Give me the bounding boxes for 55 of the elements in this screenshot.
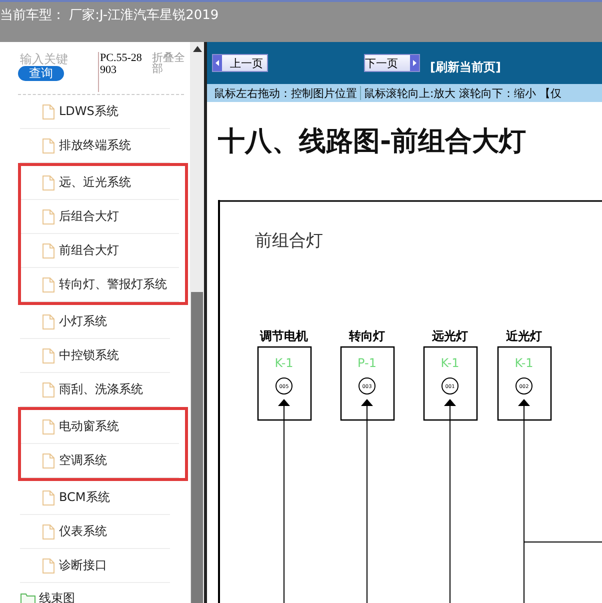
tree-item[interactable]: 前组合大灯 bbox=[59, 242, 119, 259]
connector-label: 远光灯 bbox=[432, 329, 468, 343]
tree-item[interactable]: 雨刮、洗涤系统 bbox=[59, 381, 143, 398]
pin-circle bbox=[276, 378, 292, 394]
tree-item[interactable]: LDWS系统 bbox=[59, 103, 118, 120]
diagram-title: 前组合灯 bbox=[255, 231, 323, 251]
file-icon bbox=[42, 490, 55, 506]
connector-code: K-1 bbox=[514, 356, 534, 370]
file-icon bbox=[42, 314, 55, 330]
file-icon bbox=[42, 558, 55, 574]
query-button[interactable]: 查询 bbox=[18, 66, 64, 81]
connector-code: P-1 bbox=[358, 356, 376, 370]
tree-item[interactable]: BCM系统 bbox=[59, 489, 110, 506]
file-icon bbox=[42, 418, 55, 434]
file-icon bbox=[42, 174, 55, 190]
file-icon bbox=[42, 138, 55, 154]
file-icon bbox=[42, 524, 55, 540]
connector-label: 转向灯 bbox=[349, 329, 385, 343]
scroll-up-icon[interactable] bbox=[192, 46, 202, 52]
next-page-button[interactable]: 下一页 bbox=[364, 54, 420, 72]
connector-code: K-1 bbox=[274, 356, 294, 370]
connector-label: 调节电机 bbox=[260, 329, 308, 343]
tree-item[interactable]: 电动窗系统 bbox=[59, 418, 119, 435]
tree-item[interactable]: 后组合大灯 bbox=[59, 208, 119, 225]
page-title: 十八、线路图-前组合大灯 bbox=[218, 125, 528, 159]
tree-item[interactable]: 小灯系统 bbox=[59, 313, 107, 330]
tree-item[interactable]: 排放终端系统 bbox=[59, 137, 131, 154]
zoom-hint: 鼠标滚轮向上:放大 滚轮向下：缩小 【仅 bbox=[364, 86, 562, 100]
tree-folder[interactable]: 线束图 bbox=[39, 590, 75, 603]
refresh-link[interactable]: [刷新当前页] bbox=[430, 58, 501, 76]
tree-item[interactable]: 仪表系统 bbox=[59, 523, 107, 540]
tree-item[interactable]: 中控锁系统 bbox=[59, 347, 119, 364]
file-icon bbox=[42, 104, 55, 120]
tree-item[interactable]: 远、近光系统 bbox=[59, 174, 131, 191]
tree-item[interactable]: 诊断接口 bbox=[59, 557, 107, 574]
tree-item[interactable]: 转向灯、警报灯系统 bbox=[59, 276, 167, 293]
file-icon bbox=[42, 242, 55, 258]
file-icon bbox=[42, 452, 55, 468]
pin-circle bbox=[358, 378, 376, 394]
file-icon bbox=[42, 382, 55, 398]
scroll-thumb[interactable] bbox=[191, 292, 203, 603]
prev-page-button[interactable]: 上一页 bbox=[212, 54, 268, 72]
connector-code: K-1 bbox=[440, 356, 460, 370]
scrollbar[interactable] bbox=[190, 42, 204, 603]
file-icon bbox=[42, 276, 55, 292]
folder-icon bbox=[20, 592, 36, 603]
pin-circle bbox=[442, 378, 458, 394]
pin-circle bbox=[516, 378, 532, 394]
part-number-field[interactable]: PC.55-28903 bbox=[98, 52, 144, 92]
file-icon bbox=[42, 348, 55, 364]
tree-item[interactable]: 空调系统 bbox=[59, 452, 107, 469]
connector-label: 近光灯 bbox=[506, 329, 542, 343]
drag-hint: 鼠标左右拖动：控制图片位置 bbox=[214, 86, 357, 100]
vehicle-title: 当前车型： 厂家:J-江淮汽车星锐2019 bbox=[0, 8, 219, 23]
file-icon bbox=[42, 208, 55, 224]
